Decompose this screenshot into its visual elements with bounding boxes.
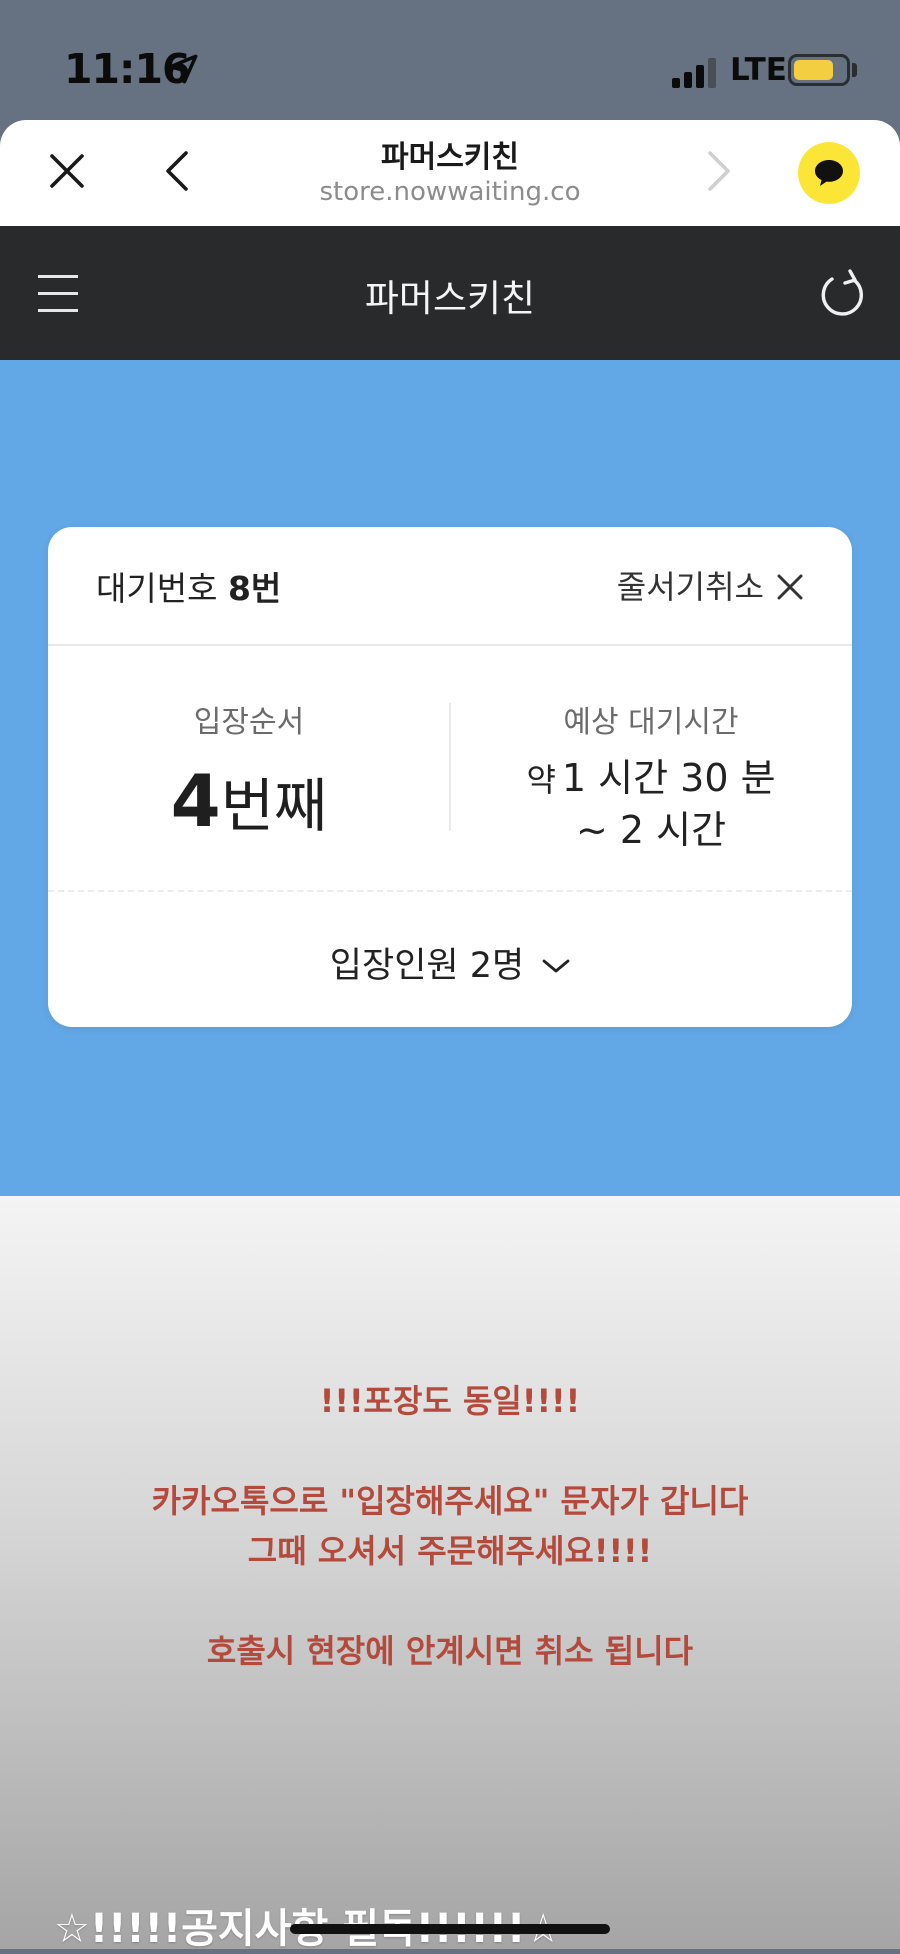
waiting-number-value: 8번 xyxy=(227,569,282,608)
close-icon xyxy=(777,574,803,600)
page-title: 파머스키친 xyxy=(364,277,536,320)
forward-chevron-icon[interactable] xyxy=(700,148,736,194)
waiting-number: 대기번호 8번 xyxy=(96,569,282,608)
entry-order: 입장순서 4번째 xyxy=(48,697,450,843)
entry-order-value: 4번째 xyxy=(170,759,328,843)
notice-message: !!!포장도 동일!!!! 카카오톡으로 "입장해주세요" 문자가 갑니다 그때… xyxy=(0,1376,900,1676)
network-type: LTE xyxy=(730,52,787,88)
browser-bar: 파머스키친 store.nowwaiting.co xyxy=(0,120,900,226)
card-header: 대기번호 8번 줄서기취소 xyxy=(48,527,852,646)
estimated-wait: 예상 대기시간 약1 시간 30 분 ~ 2 시간 xyxy=(450,697,852,855)
browser-page-title: 파머스키친 xyxy=(381,140,519,175)
notice-section: !!!포장도 동일!!!! 카카오톡으로 "입장해주세요" 문자가 갑니다 그때… xyxy=(0,1196,900,1952)
chat-bubble-icon xyxy=(815,160,843,186)
cellular-signal-icon xyxy=(672,56,718,88)
app-header: 파머스키친 xyxy=(0,226,900,360)
notice-line xyxy=(0,1576,900,1626)
battery-icon xyxy=(788,54,850,86)
notice-line: 호출시 현장에 안계시면 취소 됩니다 xyxy=(206,1632,694,1670)
cancel-waiting-button[interactable]: 줄서기취소 xyxy=(617,562,804,608)
notice-line: !!!포장도 동일!!!! xyxy=(319,1382,581,1420)
location-arrow-icon xyxy=(168,54,198,84)
notice-line xyxy=(0,1426,900,1476)
status-bar: 11:16 LTE xyxy=(0,0,900,120)
kakao-chat-button[interactable] xyxy=(798,142,860,204)
chevron-down-icon xyxy=(542,959,570,973)
estimated-wait-value: 약1 시간 30 분 ~ 2 시간 xyxy=(526,756,776,852)
notice-line: 카카오톡으로 "입장해주세요" 문자가 갑니다 xyxy=(151,1482,749,1520)
waiting-status-card: 대기번호 8번 줄서기취소 입장순서 4번째 예상 대기시간 약1 시간 30 … xyxy=(48,527,852,1027)
party-size-label: 입장인원 2명 xyxy=(329,946,525,986)
refresh-icon[interactable] xyxy=(816,266,870,322)
party-size-toggle[interactable]: 입장인원 2명 xyxy=(48,937,852,988)
dashed-divider xyxy=(48,890,852,892)
battery-level xyxy=(794,60,833,80)
battery-tip xyxy=(852,63,857,77)
notice-line: 그때 오셔서 주문해주세요!!!! xyxy=(247,1532,653,1570)
entry-order-label: 입장순서 xyxy=(193,705,305,740)
home-indicator[interactable] xyxy=(290,1924,610,1934)
estimated-wait-label: 예상 대기시간 xyxy=(563,705,739,740)
browser-url[interactable]: store.nowwaiting.co xyxy=(0,177,900,207)
